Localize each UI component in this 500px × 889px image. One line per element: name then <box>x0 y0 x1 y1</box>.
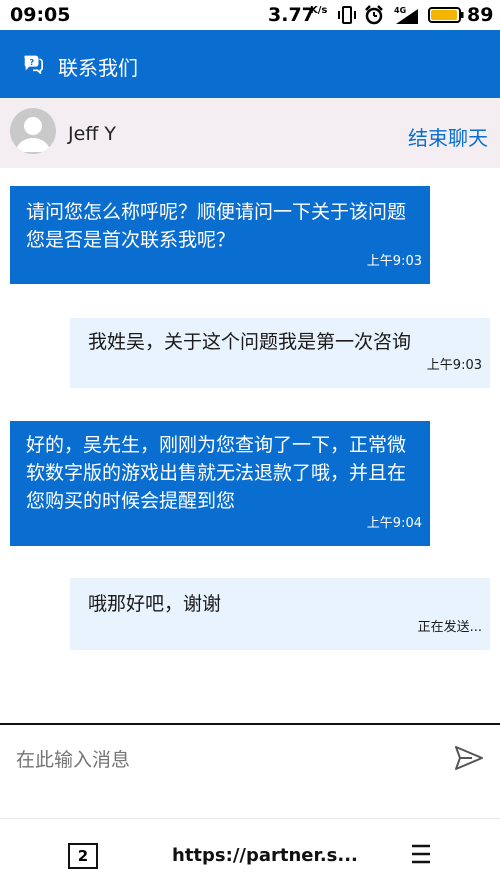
browser-toolbar: 2 https://partner.s... <box>0 818 500 889</box>
end-chat-button[interactable]: 结束聊天 <box>408 122 488 151</box>
svg-text:?: ? <box>29 57 34 67</box>
message-text: 请问您怎么称呼呢？顺便请问一下关于该问题您是否是首次联系我呢？ <box>26 201 407 251</box>
svg-text:4G: 4G <box>394 6 406 15</box>
status-bar: 09:05 3.77 K/s 4G 89 <box>0 0 500 30</box>
message-text: 好的，吴先生，刚刚为您查询了一下，正常微软数字版的游戏出售就无法退款了哦，并且在… <box>26 434 407 512</box>
agent-bar: Jeff Y 结束聊天 <box>0 98 500 168</box>
message-composer <box>0 723 500 818</box>
battery-percent: 89 <box>467 4 494 26</box>
tab-count-button[interactable]: 2 <box>68 843 98 869</box>
outgoing-message: 哦那好吧，谢谢 正在发送... <box>70 578 490 650</box>
alarm-icon <box>365 5 383 25</box>
signal-4g-icon: 4G <box>394 6 418 24</box>
person-icon <box>16 117 50 152</box>
send-icon[interactable] <box>454 745 484 771</box>
agent-name: Jeff Y <box>68 123 117 145</box>
message-time: 上午9:03 <box>426 358 482 373</box>
outgoing-message: 我姓吴，关于这个问题我是第一次咨询 上午9:03 <box>70 318 490 388</box>
chat-bubbles-icon: ? <box>24 55 43 74</box>
app-header: ? 联系我们 <box>0 30 500 98</box>
message-status: 正在发送... <box>417 620 482 635</box>
message-time: 上午9:03 <box>366 254 422 269</box>
page-title: 联系我们 <box>58 56 138 80</box>
message-time: 上午9:04 <box>366 516 422 531</box>
url-display[interactable]: https://partner.s... <box>172 845 358 866</box>
battery-icon <box>428 7 464 23</box>
network-speed: 3.77 <box>268 4 315 26</box>
incoming-message: 好的，吴先生，刚刚为您查询了一下，正常微软数字版的游戏出售就无法退款了哦，并且在… <box>10 421 430 546</box>
network-speed-unit: K/s <box>310 5 328 16</box>
agent-avatar <box>10 108 56 154</box>
status-time: 09:05 <box>10 4 71 26</box>
vibrate-icon <box>338 6 356 24</box>
menu-icon[interactable] <box>410 841 432 867</box>
message-input[interactable] <box>16 745 436 775</box>
message-text: 我姓吴，关于这个问题我是第一次咨询 <box>88 331 412 353</box>
incoming-message: 请问您怎么称呼呢？顺便请问一下关于该问题您是否是首次联系我呢？ 上午9:03 <box>10 186 430 284</box>
